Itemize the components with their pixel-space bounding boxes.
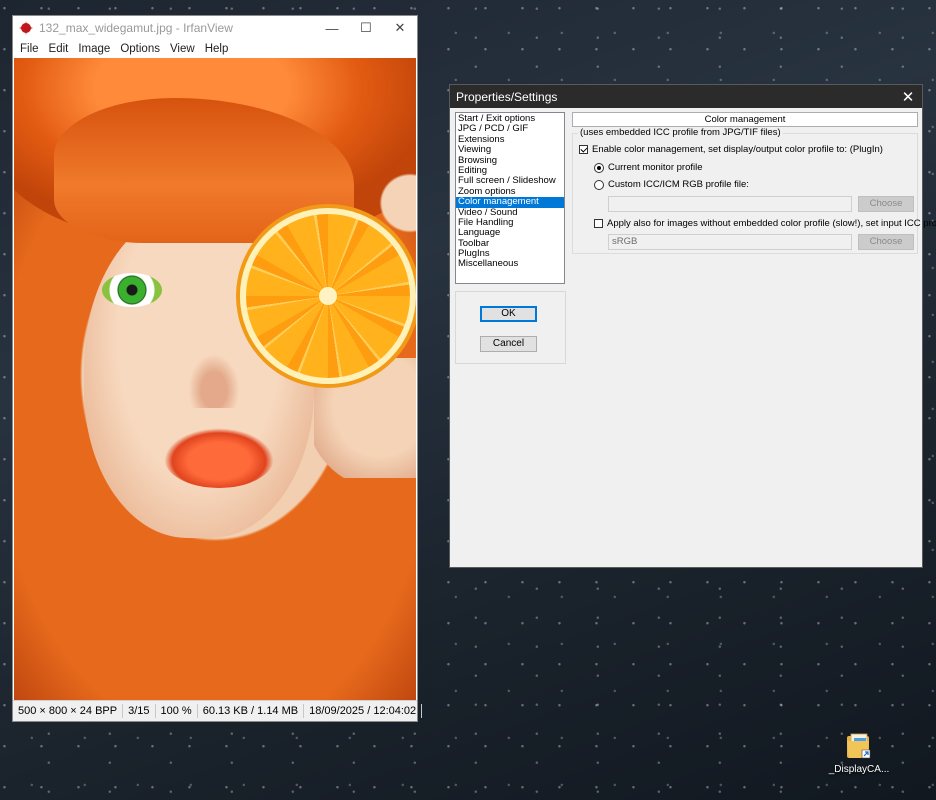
apply-without-profile-checkbox[interactable] [594, 219, 603, 228]
status-filesize: 60.13 KB / 1.14 MB [198, 704, 305, 718]
choose-input-profile-button[interactable]: Choose [858, 234, 914, 250]
irfanview-app-icon [19, 21, 33, 35]
enable-color-management-checkbox[interactable] [579, 145, 588, 154]
custom-profile-row[interactable]: Custom ICC/ICM RGB profile file: [594, 179, 749, 190]
dialog-close-icon[interactable]: ✕ [894, 88, 922, 106]
dialog-button-panel: OK Cancel [455, 291, 566, 364]
menu-image[interactable]: Image [73, 43, 115, 55]
category-item-selected[interactable]: Color management [456, 196, 564, 208]
image-eye [102, 273, 162, 307]
properties-dialog: Properties/Settings ✕ Start / Exit optio… [449, 84, 936, 568]
menu-file[interactable]: File [15, 43, 44, 55]
ok-button[interactable]: OK [480, 306, 537, 322]
enable-color-management-row[interactable]: Enable color management, set display/out… [579, 144, 883, 155]
monitor-profile-radio[interactable] [594, 162, 604, 173]
image-orange-center [319, 287, 337, 305]
apply-without-profile-row[interactable]: Apply also for images without embedded c… [594, 218, 936, 229]
image-orange-slice [240, 208, 416, 384]
cancel-button[interactable]: Cancel [480, 336, 537, 352]
menu-help[interactable]: Help [200, 43, 234, 55]
irfanview-window: 132_max_widegamut.jpg - IrfanView — ☐ ✕ … [12, 15, 423, 722]
status-datetime: 18/09/2025 / 12:04:02 [304, 704, 423, 718]
viewer-statusbar: 500 × 800 × 24 BPP 3/15 100 % 60.13 KB /… [13, 700, 423, 721]
color-management-group: (uses embedded ICC profile from JPG/TIF … [572, 127, 936, 254]
dialog-title: Properties/Settings [456, 89, 558, 104]
desktop-shortcut[interactable]: _DisplayCA... [826, 732, 892, 775]
viewer-menubar: File Edit Image Options View Help [13, 40, 417, 58]
viewer-title: 132_max_widegamut.jpg - IrfanView [39, 21, 233, 35]
status-index: 3/15 [123, 704, 156, 718]
category-list[interactable]: Start / Exit options JPG / PCD / GIF Ext… [455, 112, 565, 284]
custom-profile-radio[interactable] [594, 179, 604, 190]
choose-custom-profile-button[interactable]: Choose [858, 196, 914, 212]
folder-icon [846, 732, 872, 760]
menu-options[interactable]: Options [115, 43, 165, 55]
monitor-profile-row[interactable]: Current monitor profile [594, 162, 703, 173]
image-nose [184, 348, 244, 408]
status-zoom: 100 % [156, 704, 198, 718]
monitor-profile-label: Current monitor profile [608, 162, 703, 173]
category-item[interactable]: Viewing [456, 144, 564, 155]
viewer-titlebar[interactable]: 132_max_widegamut.jpg - IrfanView — ☐ ✕ [13, 16, 417, 40]
page-header: Color management [572, 112, 918, 127]
menu-edit[interactable]: Edit [44, 43, 74, 55]
apply-without-profile-label: Apply also for images without embedded c… [607, 218, 936, 229]
enable-color-management-label: Enable color management, set display/out… [592, 144, 883, 155]
custom-profile-path-field[interactable] [608, 196, 852, 212]
maximize-icon[interactable]: ☐ [349, 16, 383, 40]
desktop-shortcut-label: _DisplayCA... [828, 764, 890, 775]
close-icon[interactable]: ✕ [383, 16, 417, 40]
input-profile-field[interactable]: sRGB [608, 234, 852, 250]
menu-view[interactable]: View [165, 43, 200, 55]
image-lips [164, 428, 274, 488]
custom-profile-label: Custom ICC/ICM RGB profile file: [608, 179, 749, 190]
image-canvas[interactable] [14, 58, 416, 718]
dialog-titlebar[interactable]: Properties/Settings ✕ [450, 85, 922, 108]
minimize-icon[interactable]: — [315, 16, 349, 40]
category-item[interactable]: Miscellaneous [456, 259, 564, 270]
status-dimensions: 500 × 800 × 24 BPP [13, 704, 124, 718]
group-label: (uses embedded ICC profile from JPG/TIF … [578, 127, 783, 138]
